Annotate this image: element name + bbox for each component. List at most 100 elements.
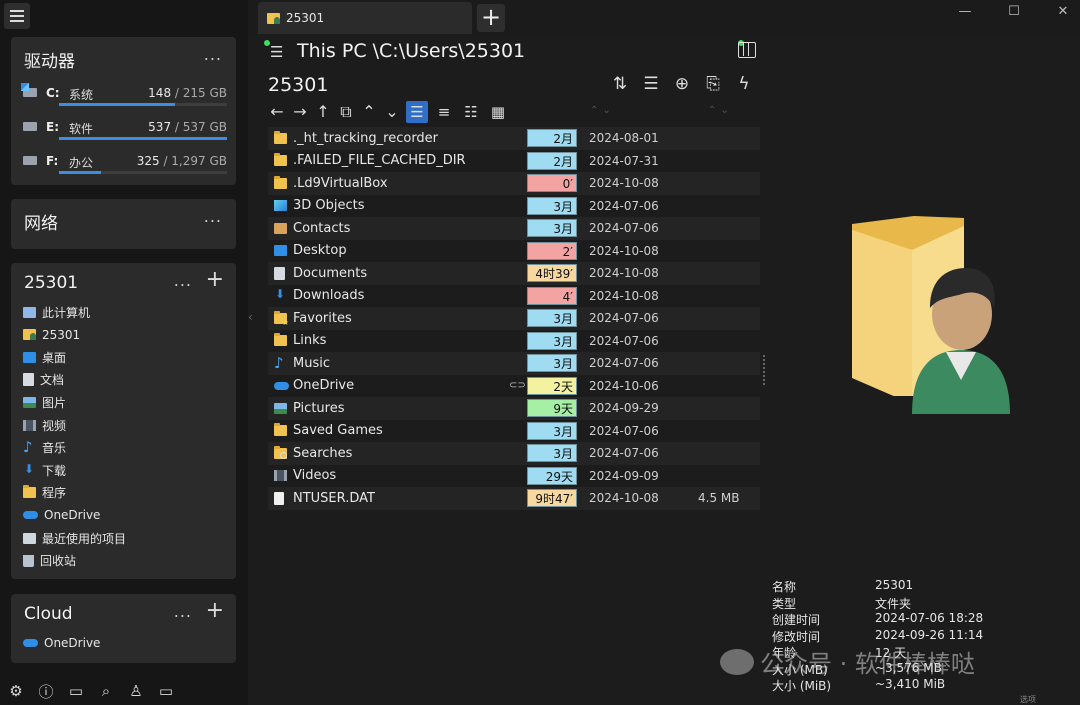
chevron-up-icon[interactable]: ⌃ (360, 101, 378, 123)
file-row[interactable]: ._ht_tracking_recorder 2月 2024-08-01 (268, 127, 760, 150)
back-icon[interactable]: ← (268, 101, 286, 123)
file-row[interactable]: Downloads 4′ 2024-10-08 (268, 285, 760, 308)
file-pane: ☰ This PC \C:\Users\25301 25301 ⇅ ☰ ⊕ ⎘ ϟ ← →… (258, 36, 760, 705)
drives-more-button[interactable]: ... (204, 45, 222, 64)
sidebar-item-onedrive[interactable]: OneDrive (23, 505, 100, 525)
sidebar-item-此计算机[interactable]: 此计算机 (23, 302, 90, 322)
drive-size: 537 / 537 GB (148, 120, 227, 134)
window-icon[interactable]: ⧉ (337, 101, 355, 123)
user-panel-add-button[interactable]: + (206, 269, 224, 291)
corner-options-label[interactable]: 选项 (1020, 694, 1036, 705)
folder-icon (23, 485, 36, 499)
maximize-button[interactable]: ☐ (999, 4, 1029, 19)
chevron-down-icon[interactable]: ⌄ (383, 101, 401, 123)
sidebar-item-图片[interactable]: 图片 (23, 392, 66, 412)
file-age-badge: 9时47′ (527, 489, 577, 508)
main-menu-button[interactable] (4, 3, 30, 29)
forward-icon[interactable]: → (291, 101, 309, 123)
sidebar-item-桌面[interactable]: 桌面 (23, 347, 66, 367)
date-sort-arrows[interactable]: ⌃⌄ (590, 105, 615, 116)
search-icon[interactable]: ⌕ (95, 680, 117, 702)
file-row[interactable]: 3D Objects 3月 2024-07-06 (268, 195, 760, 218)
drive-row[interactable]: E: 软件 537 / 537 GB (21, 120, 227, 146)
documents-icon (23, 373, 34, 387)
cloud-more-button[interactable]: ... (174, 602, 192, 621)
grid-view-icon[interactable]: ▦ (487, 101, 509, 123)
watermark: 公众号 · 软件棒棒哒 (720, 644, 975, 679)
cloud-add-button[interactable]: + (206, 600, 224, 622)
path-breadcrumb[interactable]: This PC \C:\Users\25301 (297, 40, 525, 62)
link-icon: ⊂⊃ (509, 380, 526, 392)
dual-pane-icon[interactable]: ▭ (65, 680, 87, 702)
preview-resize-handle[interactable] (763, 355, 767, 385)
drive-name: 系统 (69, 88, 94, 102)
sidebar-item-label: 程序 (42, 486, 67, 501)
sidebar-item-视频[interactable]: 视频 (23, 415, 66, 435)
file-type-icon (274, 381, 289, 390)
file-row[interactable]: OneDrive ⊂⊃ 2天 2024-10-06 (268, 375, 760, 398)
filter-icon[interactable]: ♙ (125, 680, 147, 702)
file-date: 2024-07-06 (589, 198, 659, 213)
file-name: Links (293, 333, 327, 349)
file-type-icon (274, 310, 289, 327)
file-row[interactable]: Links 3月 2024-07-06 (268, 330, 760, 353)
tab-25301[interactable]: 25301 (258, 2, 472, 34)
sort-icon[interactable]: ⇅ (610, 74, 630, 96)
close-button[interactable]: ✕ (1048, 4, 1078, 19)
collapse-sidebar-handle[interactable]: ‹ (248, 310, 258, 430)
sidebar-item-程序[interactable]: 程序 (23, 483, 66, 503)
wechat-logo-icon (720, 648, 754, 675)
sidebar-item-最近使用的项目[interactable]: 最近使用的项目 (23, 528, 126, 548)
file-row[interactable]: Documents 4时39′ 2024-10-08 (268, 262, 760, 285)
file-row[interactable]: .Ld9VirtualBox 0′ 2024-10-08 (268, 172, 760, 195)
navigation-row: ← → ↑ ⧉ ⌃ ⌄ ☰ ≡ ☷ ▦ (268, 100, 509, 124)
size-sort-arrows[interactable]: ⌃⌄ (708, 105, 733, 116)
sidebar-item-onedrive[interactable]: OneDrive (23, 633, 100, 653)
file-row[interactable]: Pictures 9天 2024-09-29 (268, 397, 760, 420)
columns-icon[interactable] (738, 42, 756, 58)
file-age-badge: 3月 (527, 219, 577, 238)
minimize-button[interactable]: — (950, 4, 980, 19)
details-view-icon[interactable]: ☰ (406, 101, 428, 123)
pane-menu-icon[interactable]: ☰ (270, 43, 283, 61)
sidebar-item-label: OneDrive (44, 636, 101, 650)
sidebar-item-下载[interactable]: 下载 (23, 460, 66, 480)
list-view-icon[interactable]: ≡ (433, 101, 455, 123)
sidebar-item-25301[interactable]: 25301 (23, 325, 80, 345)
add-icon[interactable]: ⊕ (672, 74, 692, 96)
up-icon[interactable]: ↑ (314, 101, 332, 123)
file-date: 2024-07-06 (589, 333, 659, 348)
file-row[interactable]: Music 3月 2024-07-06 (268, 352, 760, 375)
file-row[interactable]: Searches 3月 2024-07-06 (268, 442, 760, 465)
sidebar-item-音乐[interactable]: 音乐 (23, 438, 66, 458)
tiles-view-icon[interactable]: ☷ (460, 101, 482, 123)
sidebar-item-回收站[interactable]: 回收站 (23, 551, 76, 571)
file-row[interactable]: Saved Games 3月 2024-07-06 (268, 420, 760, 443)
list-options-icon[interactable]: ☰ (641, 74, 661, 96)
file-row[interactable]: .FAILED_FILE_CACHED_DIR 2月 2024-07-31 (268, 150, 760, 173)
flash-icon[interactable]: ϟ (734, 74, 754, 96)
file-row[interactable]: Desktop 2′ 2024-10-08 (268, 240, 760, 263)
file-row[interactable]: Contacts 3月 2024-07-06 (268, 217, 760, 240)
info-icon[interactable]: ⓘ (35, 680, 57, 702)
drive-letter: E: (46, 120, 59, 134)
file-age-badge: 3月 (527, 444, 577, 463)
file-row[interactable]: Videos 29天 2024-09-09 (268, 465, 760, 488)
drive-row[interactable]: F: 办公 325 / 1,297 GB (21, 154, 227, 180)
file-row[interactable]: Favorites 3月 2024-07-06 (268, 307, 760, 330)
file-age-badge: 3月 (527, 354, 577, 373)
screen-icon[interactable]: ▭ (155, 680, 177, 702)
settings-icon[interactable]: ⚙ (5, 680, 27, 702)
network-more-button[interactable]: ... (204, 207, 222, 226)
file-age-badge: 4时39′ (527, 264, 577, 283)
property-row: 大小 (MiB) ~3,410 MiB (772, 677, 1032, 694)
new-tab-button[interactable]: + (477, 4, 505, 32)
clipboard-icon[interactable]: ⎘ (703, 74, 723, 96)
file-age-badge: 2月 (527, 151, 577, 170)
file-row[interactable]: NTUSER.DAT 9时47′ 2024-10-08 4.5 MB (268, 487, 760, 510)
sidebar-item-文档[interactable]: 文档 (23, 370, 64, 390)
file-name: ._ht_tracking_recorder (293, 130, 439, 146)
user-panel-more-button[interactable]: ... (174, 271, 192, 290)
drive-row[interactable]: C: 系统 148 / 215 GB (21, 83, 227, 112)
drive-icon (23, 122, 37, 131)
